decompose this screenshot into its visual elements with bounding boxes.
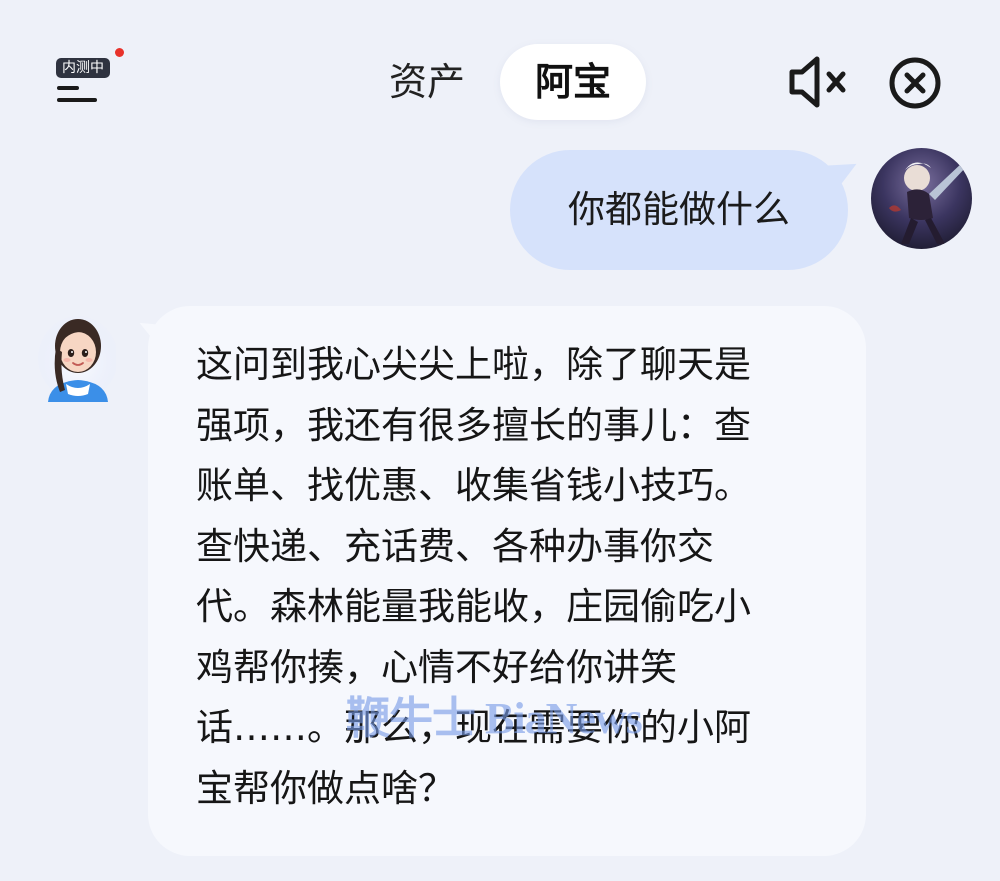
- tab-assets[interactable]: 资产: [372, 44, 482, 120]
- mute-button[interactable]: [782, 52, 852, 112]
- notification-dot: [115, 48, 124, 57]
- close-button[interactable]: [884, 52, 946, 114]
- assistant-message-line: 这问到我心尖尖上啦，除了聊天是: [196, 343, 751, 386]
- close-circle-icon: [889, 57, 941, 109]
- assistant-message-line: 查快递、充话费、各种办事你交: [196, 524, 714, 568]
- assistant-message-line: 强项，我还有很多擅长的事儿：查: [196, 403, 751, 447]
- assistant-avatar[interactable]: [38, 302, 118, 402]
- user-message-text: 你都能做什么: [568, 188, 790, 231]
- menu-icon: [57, 86, 97, 102]
- assistant-message-line: 账单、找优惠、收集省钱小技巧。: [196, 464, 751, 507]
- speaker-muted-icon: [789, 56, 846, 108]
- watermark: 鞭牛士 BiaNews: [346, 694, 643, 743]
- menu-button[interactable]: 内测中: [50, 48, 130, 110]
- assistant-message-line: 代。森林能量我能收，庄园偷吃小: [196, 585, 751, 628]
- beta-badge: 内测中: [56, 58, 110, 78]
- user-message-bubble: 你都能做什么: [510, 150, 848, 270]
- assistant-message-bubble: 这问到我心尖尖上啦，除了聊天是 强项，我还有很多擅长的事儿：查 账单、找优惠、收…: [148, 306, 866, 856]
- tab-abao[interactable]: 阿宝: [500, 44, 646, 120]
- assistant-message-line: 宝帮你做点啥？: [196, 766, 455, 810]
- assistant-message-text: 这问到我心尖尖上啦，除了聊天是 强项，我还有很多擅长的事儿：查 账单、找优惠、收…: [196, 335, 836, 819]
- user-avatar[interactable]: [871, 148, 972, 249]
